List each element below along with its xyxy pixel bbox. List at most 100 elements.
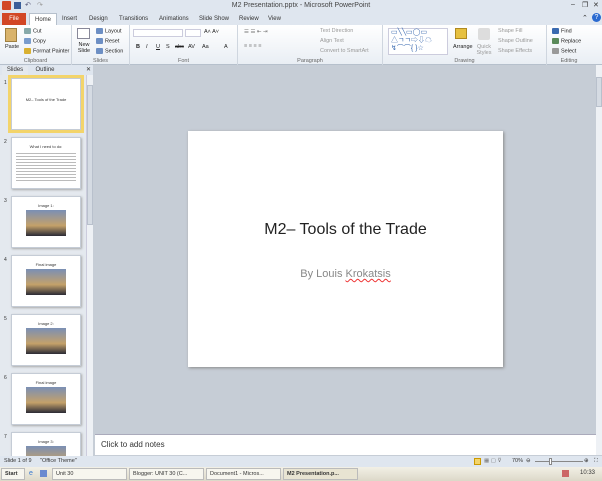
close-button[interactable]: ✕ bbox=[593, 1, 599, 9]
normal-view-icon[interactable] bbox=[474, 458, 481, 465]
brush-icon bbox=[24, 48, 31, 54]
slide-title[interactable]: M2– Tools of the Trade bbox=[188, 221, 503, 239]
find-button[interactable]: Find bbox=[552, 28, 572, 34]
paste-button[interactable]: Paste bbox=[5, 44, 19, 50]
window-title: M2 Presentation.pptx - Microsoft PowerPo… bbox=[231, 2, 371, 9]
shapes-gallery[interactable]: ▭╲╲▭◯▭ △ㄱㄱ⇨⇩☁ ↯⌒⌒{ }☆ bbox=[388, 28, 448, 55]
format-painter-label: Format Painter bbox=[33, 48, 70, 55]
copy-button[interactable]: Copy bbox=[24, 38, 46, 44]
quick-styles-button[interactable]: Quick Styles bbox=[475, 44, 493, 56]
slide-count: Slide 1 of 9 bbox=[4, 458, 32, 464]
slide-thumbnail-7[interactable]: Image 3: bbox=[11, 432, 81, 456]
zoom-slider[interactable] bbox=[535, 461, 583, 462]
tab-animations[interactable]: Animations bbox=[154, 13, 194, 25]
minimize-ribbon-icon[interactable]: ⌃ bbox=[582, 14, 588, 22]
char-spacing-button[interactable]: AV bbox=[188, 44, 195, 50]
scrollbar-thumb[interactable] bbox=[87, 85, 93, 225]
shape-outline-button[interactable]: Shape Outline bbox=[498, 38, 533, 44]
underline-button[interactable]: U bbox=[156, 44, 160, 50]
tray-icon[interactable] bbox=[562, 470, 569, 477]
subtitle-name: Krokatsis bbox=[345, 268, 391, 280]
format-painter-button[interactable]: Format Painter bbox=[24, 48, 69, 54]
thumbnails-scrollbar[interactable] bbox=[86, 75, 93, 456]
thumbnail-number: 2 bbox=[4, 139, 7, 145]
current-slide[interactable]: M2– Tools of the Trade By Louis Krokatsi… bbox=[188, 131, 503, 367]
clipboard-label: Clipboard bbox=[23, 58, 48, 64]
slide-thumbnail-5[interactable]: Image 2: bbox=[11, 314, 81, 366]
zoom-in-icon[interactable]: ⊕ bbox=[584, 456, 589, 467]
notes-pane[interactable]: Click to add notes bbox=[95, 434, 596, 455]
zoom-out-icon[interactable]: ⊖ bbox=[526, 456, 531, 467]
select-button[interactable]: Select bbox=[552, 48, 576, 54]
font-label: Font bbox=[177, 58, 189, 64]
align-text-button[interactable]: Align Text bbox=[320, 38, 344, 44]
tab-slides[interactable]: Slides bbox=[2, 66, 28, 75]
change-case-button[interactable]: Aa bbox=[202, 44, 209, 50]
editor-scrollbar[interactable] bbox=[596, 65, 602, 455]
tab-home[interactable]: Home bbox=[29, 13, 58, 25]
taskbar-item-blogger[interactable]: Blogger: UNIT 30 (C... bbox=[129, 468, 204, 480]
minimize-button[interactable]: – bbox=[571, 1, 575, 8]
tab-file[interactable]: File bbox=[2, 13, 26, 25]
editing-label: Editing bbox=[560, 58, 578, 64]
tab-insert[interactable]: Insert bbox=[57, 13, 82, 25]
show-desktop-icon[interactable] bbox=[40, 470, 47, 477]
tab-review[interactable]: Review bbox=[234, 13, 264, 25]
tab-transitions[interactable]: Transitions bbox=[114, 13, 153, 25]
editor-scrollbar-thumb[interactable] bbox=[596, 77, 602, 107]
taskbar-item-unit30[interactable]: Unit 30 bbox=[52, 468, 127, 480]
view-buttons[interactable]: ▦ ▢ ⊽ bbox=[484, 456, 501, 467]
slide-thumbnail-1[interactable]: M2– Tools of the Trade bbox=[8, 75, 84, 133]
thumbnail-title: Final image bbox=[35, 380, 57, 385]
tab-outline[interactable]: Outline bbox=[30, 66, 60, 75]
fit-to-window-icon[interactable]: ⛶ bbox=[594, 456, 598, 467]
layout-button[interactable]: Layout bbox=[96, 28, 122, 34]
help-icon[interactable]: ? bbox=[592, 13, 601, 22]
shape-effects-button[interactable]: Shape Effects bbox=[498, 48, 532, 54]
italic-button[interactable]: I bbox=[146, 44, 148, 50]
thumbnail-title: Image 3: bbox=[38, 439, 54, 444]
tab-slide-show[interactable]: Slide Show bbox=[194, 13, 234, 25]
font-size-select[interactable] bbox=[185, 29, 201, 37]
taskbar-item-document1[interactable]: Document1 - Micros... bbox=[206, 468, 281, 480]
replace-button[interactable]: Replace bbox=[552, 38, 581, 44]
close-pane-icon[interactable]: ✕ bbox=[86, 66, 91, 73]
new-slide-button[interactable]: New Slide bbox=[76, 42, 92, 54]
font-name-select[interactable] bbox=[133, 29, 183, 37]
tab-design[interactable]: Design bbox=[84, 13, 113, 25]
arrange-button[interactable]: Arrange bbox=[453, 44, 473, 50]
bullets-button[interactable]: ☰ ☰ ⇤ ⇥ bbox=[244, 29, 268, 35]
zoom-level[interactable]: 70% bbox=[512, 456, 523, 467]
bold-button[interactable]: B bbox=[136, 44, 140, 50]
arrange-icon bbox=[455, 28, 467, 39]
cut-button[interactable]: Cut bbox=[24, 28, 42, 34]
thumbnail-title: Image 1: bbox=[38, 203, 54, 208]
taskbar-item-powerpoint[interactable]: M2 Presentation.p... bbox=[283, 468, 358, 480]
font-color-button[interactable]: A bbox=[224, 44, 228, 50]
convert-smartart-button[interactable]: Convert to SmartArt bbox=[320, 48, 369, 54]
clock: 10:33 bbox=[580, 470, 596, 476]
section-button[interactable]: Section bbox=[96, 48, 123, 54]
slide-thumbnail-6[interactable]: Final image bbox=[11, 373, 81, 425]
shadow-button[interactable]: S bbox=[166, 44, 170, 50]
shape-fill-button[interactable]: Shape Fill bbox=[498, 28, 522, 34]
section-icon bbox=[96, 48, 103, 54]
slide-thumbnail-2[interactable]: What I need to do: bbox=[11, 137, 81, 189]
strikethrough-button[interactable]: abc bbox=[175, 44, 184, 50]
quick-styles-icon bbox=[478, 28, 490, 40]
text-direction-button[interactable]: Text Direction bbox=[320, 28, 353, 34]
slide-thumbnail-3[interactable]: Image 1: bbox=[11, 196, 81, 248]
ie-icon[interactable]: e bbox=[29, 470, 33, 477]
tab-view[interactable]: View bbox=[263, 13, 286, 25]
theme-name[interactable]: "Office Theme" bbox=[40, 456, 77, 467]
align-buttons[interactable]: ≡ ≡ ≡ ≡ bbox=[244, 43, 261, 49]
reset-button[interactable]: Reset bbox=[96, 38, 119, 44]
zoom-slider-thumb[interactable] bbox=[549, 458, 552, 465]
slide-subtitle[interactable]: By Louis Krokatsis bbox=[188, 268, 503, 280]
scissors-icon bbox=[24, 28, 31, 34]
start-button[interactable]: Start bbox=[1, 468, 25, 480]
restore-button[interactable]: ❐ bbox=[582, 1, 588, 9]
slides-label: Slides bbox=[93, 58, 108, 64]
grow-font-button[interactable]: A˄ A˅ bbox=[204, 29, 219, 35]
slide-thumbnail-4[interactable]: Final image bbox=[11, 255, 81, 307]
